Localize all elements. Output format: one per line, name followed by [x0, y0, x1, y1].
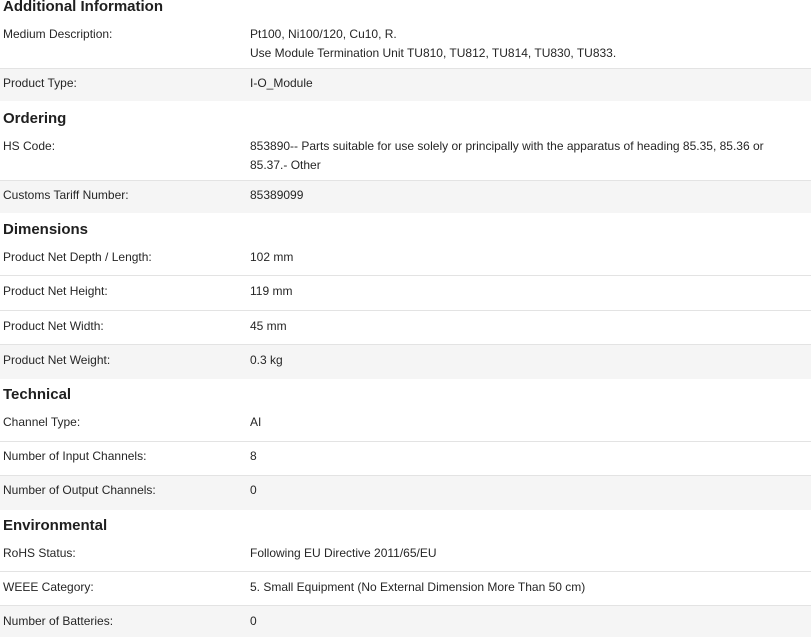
spec-value-line: Use Module Termination Unit TU810, TU812… — [250, 46, 617, 60]
spec-row-input-channels: Number of Input Channels: 8 — [0, 442, 811, 476]
spec-value: 8 — [250, 449, 257, 463]
spec-value: Following EU Directive 2011/65/EU — [250, 546, 437, 560]
spec-label: RoHS Status: — [3, 546, 76, 560]
spec-row-net-depth: Product Net Depth / Length: 102 mm — [0, 242, 811, 276]
spec-value: AI — [250, 415, 262, 429]
spec-label: Number of Input Channels: — [3, 449, 147, 463]
spec-label: Product Type: — [3, 76, 77, 90]
spec-row-medium-description: Medium Description: Pt100, Ni100/120, Cu… — [0, 21, 811, 69]
spec-value-line: 85.37.- Other — [250, 158, 321, 172]
spec-label: Customs Tariff Number: — [3, 188, 129, 202]
spec-row-customs-tariff-number: Customs Tariff Number: 85389099 — [0, 181, 811, 213]
spec-label: Medium Description: — [3, 27, 113, 41]
spec-row-net-height: Product Net Height: 119 mm — [0, 276, 811, 311]
spec-label: Number of Batteries: — [3, 614, 114, 628]
spec-row-output-channels: Number of Output Channels: 0 — [0, 476, 811, 510]
spec-value-line: Pt100, Ni100/120, Cu10, R. — [250, 27, 397, 41]
spec-value: 102 mm — [250, 250, 294, 264]
spec-value-line: 853890-- Parts suitable for use solely o… — [250, 139, 764, 153]
spec-value: 5. Small Equipment (No External Dimensio… — [250, 580, 586, 594]
spec-row-number-of-batteries: Number of Batteries: 0 — [0, 606, 811, 637]
spec-label: HS Code: — [3, 139, 56, 153]
spec-row-net-weight: Product Net Weight: 0.3 kg — [0, 345, 811, 379]
spec-label: Number of Output Channels: — [3, 483, 156, 497]
spec-value: Pt100, Ni100/120, Cu10, R. Use Module Te… — [250, 25, 805, 63]
section-title-ordering: Ordering — [3, 110, 67, 127]
spec-label: WEEE Category: — [3, 580, 94, 594]
spec-label: Product Net Height: — [3, 284, 108, 298]
spec-row-rohs-status: RoHS Status: Following EU Directive 2011… — [0, 538, 811, 572]
spec-value: 0.3 kg — [250, 353, 283, 367]
spec-row-product-type: Product Type: I-O_Module — [0, 69, 811, 101]
section-title-environmental: Environmental — [3, 517, 108, 534]
section-title-dimensions: Dimensions — [3, 221, 89, 238]
section-title-additional-information: Additional Information — [3, 0, 163, 15]
spec-value: 85389099 — [250, 188, 304, 202]
spec-value: 853890-- Parts suitable for use solely o… — [250, 137, 805, 175]
section-title-technical: Technical — [3, 386, 72, 403]
spec-value: I-O_Module — [250, 76, 313, 90]
spec-label: Channel Type: — [3, 415, 81, 429]
spec-label: Product Net Weight: — [3, 353, 111, 367]
spec-label: Product Net Width: — [3, 319, 104, 333]
spec-row-hs-code: HS Code: 853890-- Parts suitable for use… — [0, 134, 811, 181]
spec-value: 119 mm — [250, 284, 293, 298]
spec-row-net-width: Product Net Width: 45 mm — [0, 311, 811, 345]
spec-value: 45 mm — [250, 319, 287, 333]
spec-row-channel-type: Channel Type: AI — [0, 407, 811, 442]
spec-label: Product Net Depth / Length: — [3, 250, 152, 264]
spec-value: 0 — [250, 614, 257, 628]
spec-value: 0 — [250, 483, 257, 497]
spec-row-weee-category: WEEE Category: 5. Small Equipment (No Ex… — [0, 572, 811, 606]
